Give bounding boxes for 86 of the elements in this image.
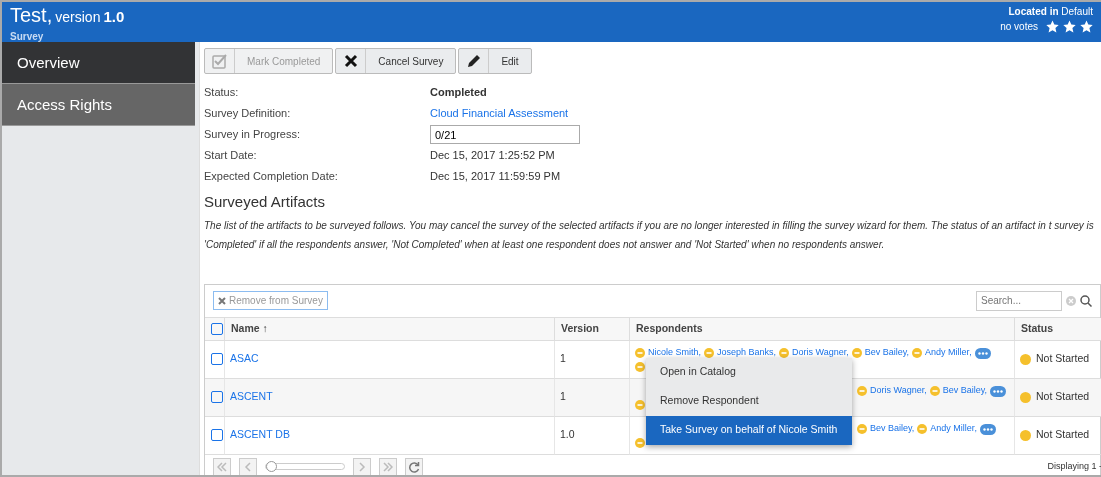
select-all-checkbox[interactable] — [211, 322, 223, 335]
artifact-link[interactable]: ASAC — [230, 351, 259, 367]
column-header[interactable]: Respondents — [630, 317, 1015, 341]
previous-page-icon — [243, 461, 253, 472]
table-cell: 1 — [555, 378, 630, 417]
minus-circle-icon — [704, 348, 714, 358]
field-label: Start Date: — [204, 148, 258, 164]
menu-item[interactable]: Open in Catalog — [646, 357, 852, 387]
close-icon — [342, 53, 359, 69]
status-dot — [1020, 353, 1031, 365]
sidebar-item[interactable]: Overview — [2, 42, 195, 84]
pencil-icon — [465, 53, 482, 69]
minus-circle-icon — [857, 386, 867, 396]
status-text: Not Started — [1036, 389, 1090, 405]
field-label: Survey Definition: — [204, 106, 292, 122]
version-label: version — [55, 9, 101, 25]
toolbar-button[interactable]: Edit — [458, 48, 532, 74]
more-icon — [990, 385, 1007, 397]
title-name: Test, — [10, 4, 53, 26]
field-label: Survey in Progress: — [204, 127, 301, 143]
definition-link[interactable]: Cloud Financial Assessment — [430, 105, 569, 122]
artifact-link[interactable]: ASCENT — [230, 389, 273, 405]
field-value: Completed — [430, 85, 487, 101]
respondent-link[interactable]: Bev Bailey, — [870, 422, 915, 436]
minus-circle-icon — [929, 386, 940, 396]
field-value: Dec 15, 2017 1:25:52 PM — [430, 148, 555, 164]
location-text: Located in Default — [1007, 5, 1093, 19]
row-checkbox[interactable] — [211, 391, 223, 403]
next-page-icon — [357, 461, 367, 472]
field-value: Dec 15, 2017 11:59:59 PM — [430, 169, 561, 185]
menu-item[interactable]: Take Survey on behalf of Nicole Smith — [646, 415, 852, 445]
more-icon — [979, 423, 996, 435]
status-text: Not Started — [1036, 427, 1090, 443]
field-label: Status: — [204, 85, 240, 101]
minus-circle-icon — [851, 348, 862, 358]
row-checkbox[interactable] — [211, 353, 223, 365]
field-label: Expected Completion Date: — [204, 169, 339, 185]
respondent-link[interactable]: Bev Bailey, — [942, 384, 988, 398]
respondent-link[interactable]: Andy Miller, — [930, 422, 977, 436]
respondent-link[interactable]: Joseph Banks, — [717, 346, 777, 360]
clear-icon — [1066, 295, 1076, 306]
column-header[interactable]: Status — [1015, 317, 1101, 341]
votes-text: no votes — [1000, 20, 1038, 34]
artifact-link[interactable]: ASCENT DB — [230, 427, 290, 443]
star-icon — [1046, 20, 1059, 33]
more-icon — [974, 347, 991, 359]
sidebar-item[interactable]: Access Rights — [2, 84, 195, 126]
toolbar-button[interactable]: Cancel Survey — [335, 48, 457, 74]
refresh-button[interactable] — [405, 457, 423, 475]
search-field[interactable]: Search... — [976, 290, 1062, 311]
star-icon — [1063, 20, 1076, 33]
refresh-icon — [408, 460, 420, 473]
minus-circle-icon — [779, 348, 790, 358]
version-number: 1.0 — [103, 8, 125, 25]
respondent-link[interactable]: Nicole Smith, — [648, 346, 701, 360]
table-cell: 1 — [555, 340, 630, 379]
checkbox-icon — [211, 53, 228, 69]
minus-circle-icon — [917, 424, 928, 434]
table-cell: 1.0 — [555, 416, 630, 455]
minus-circle-icon — [635, 399, 645, 410]
paging-info: Displaying 1 - — [1047, 459, 1101, 473]
minus-circle-icon — [857, 424, 867, 434]
status-dot — [1020, 429, 1031, 441]
first-page-icon — [217, 461, 227, 472]
last-page-icon — [383, 461, 393, 472]
respondent-link[interactable]: Bev Bailey, — [864, 346, 910, 360]
search-icon — [1080, 294, 1092, 307]
close-icon — [218, 296, 226, 305]
subtitle: Survey — [10, 29, 45, 44]
respondent-link[interactable]: Doris Wagner, — [870, 384, 927, 398]
menu-item[interactable]: Remove Respondent — [646, 386, 852, 416]
minus-circle-icon — [635, 348, 645, 358]
section-title: Surveyed Artifacts — [204, 192, 326, 212]
column-header[interactable]: Version — [555, 317, 630, 341]
status-dot — [1020, 391, 1031, 403]
star-icon — [1080, 20, 1093, 33]
row-checkbox[interactable] — [211, 429, 223, 441]
progress-field[interactable]: 0/21 — [430, 125, 580, 144]
respondent-link[interactable]: Doris Wagner, — [792, 346, 849, 360]
column-header[interactable]: Name ↑ — [225, 317, 555, 341]
status-text: Not Started — [1036, 351, 1090, 367]
minus-circle-icon — [635, 437, 645, 448]
section-description: The list of the artifacts to be surveyed follows. You may cancel the survey of the selected artifacts if you are no longer interested in filling the survey wizard for them. The status of an artifact in t survey is 'Completed' if all the respondents answer, 'Not Completed' when at least one respondent does not answer and 'Not Started' when no respondents answer. — [204, 218, 1095, 252]
minus-circle-icon — [912, 348, 923, 358]
minus-circle-icon — [635, 361, 645, 372]
respondent-link[interactable]: Andy Miller, — [925, 346, 972, 360]
